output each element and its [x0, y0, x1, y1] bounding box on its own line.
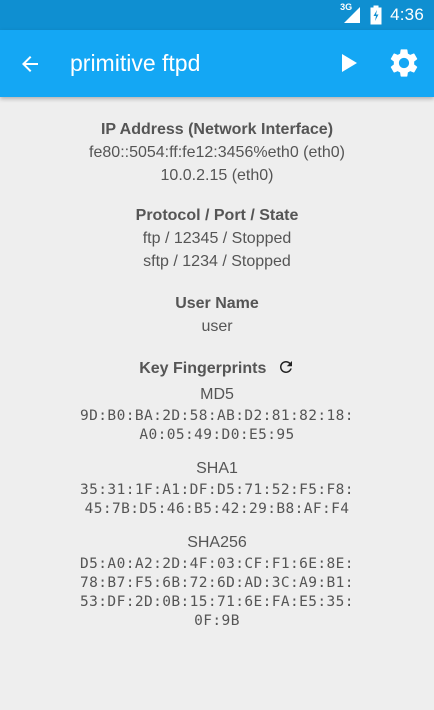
user-name-heading: User Name	[175, 295, 259, 312]
network-type-label: 3G	[340, 2, 353, 12]
fingerprint-line: 35:31:1F:A1:DF:D5:71:52:F5:F8:	[80, 482, 354, 498]
app-title: primitive ftpd	[70, 50, 201, 76]
user-name-value: user	[201, 318, 233, 335]
app-bar: primitive ftpd	[0, 30, 434, 97]
ip-address-line: 10.0.2.15 (eth0)	[160, 167, 274, 184]
protocol-heading: Protocol / Port / State	[135, 207, 299, 224]
fingerprint-line: 78:B7:F5:6B:72:6D:AD:3C:A9:B1:	[80, 575, 354, 591]
refresh-icon	[277, 358, 295, 376]
status-icons: 3G 4:36	[340, 0, 424, 30]
fingerprint-algorithm: SHA256	[187, 534, 247, 551]
cell-signal-icon: 3G	[340, 2, 362, 24]
fingerprint-line: A0:05:49:D0:E5:95	[139, 427, 295, 443]
sha256-fingerprint: SHA256 D5:A0:A2:2D:4F:03:CF:F1:6E:8E: 78…	[0, 531, 434, 631]
start-server-button[interactable]	[332, 47, 364, 79]
ip-address-heading: IP Address (Network Interface)	[100, 121, 334, 138]
fingerprint-algorithm: SHA1	[196, 460, 238, 477]
key-fingerprints-heading-row: Key Fingerprints	[0, 357, 434, 383]
fingerprint-algorithm: MD5	[200, 386, 234, 403]
fingerprint-line: 9D:B0:BA:2D:58:AB:D2:81:82:18:	[80, 408, 354, 424]
ip-address-section: IP Address (Network Interface) fe80::505…	[0, 118, 434, 187]
fingerprint-line: 0F:9B	[194, 613, 240, 629]
status-bar: 3G 4:36	[0, 0, 434, 30]
key-fingerprints-heading: Key Fingerprints	[139, 360, 267, 377]
ip-address-line: fe80::5054:ff:fe12:3456%eth0 (eth0)	[89, 144, 345, 161]
protocol-section: Protocol / Port / State ftp / 12345 / St…	[0, 204, 434, 273]
main-content: IP Address (Network Interface) fe80::505…	[0, 97, 434, 631]
fingerprint-line: D5:A0:A2:2D:4F:03:CF:F1:6E:8E:	[80, 556, 354, 572]
md5-fingerprint: MD5 9D:B0:BA:2D:58:AB:D2:81:82:18: A0:05…	[0, 383, 434, 445]
fingerprint-line: 45:7B:D5:46:B5:42:29:B8:AF:F4	[84, 501, 350, 517]
key-fingerprints-section: Key Fingerprints MD5 9D:B0:BA:2D:58:AB:D…	[0, 357, 434, 631]
refresh-button[interactable]	[277, 358, 295, 383]
battery-icon	[370, 5, 382, 25]
gear-icon	[387, 46, 421, 80]
arrow-back-icon	[18, 52, 42, 76]
back-button[interactable]	[14, 48, 46, 80]
settings-button[interactable]	[386, 45, 422, 81]
protocol-line: ftp / 12345 / Stopped	[142, 230, 292, 247]
fingerprint-line: 53:DF:2D:0B:15:71:6E:FA:E5:35:	[80, 594, 354, 610]
sha1-fingerprint: SHA1 35:31:1F:A1:DF:D5:71:52:F5:F8: 45:7…	[0, 457, 434, 519]
user-name-section: User Name user	[0, 292, 434, 338]
status-time: 4:36	[390, 5, 424, 24]
protocol-line: sftp / 1234 / Stopped	[143, 253, 291, 270]
play-icon	[336, 51, 360, 75]
